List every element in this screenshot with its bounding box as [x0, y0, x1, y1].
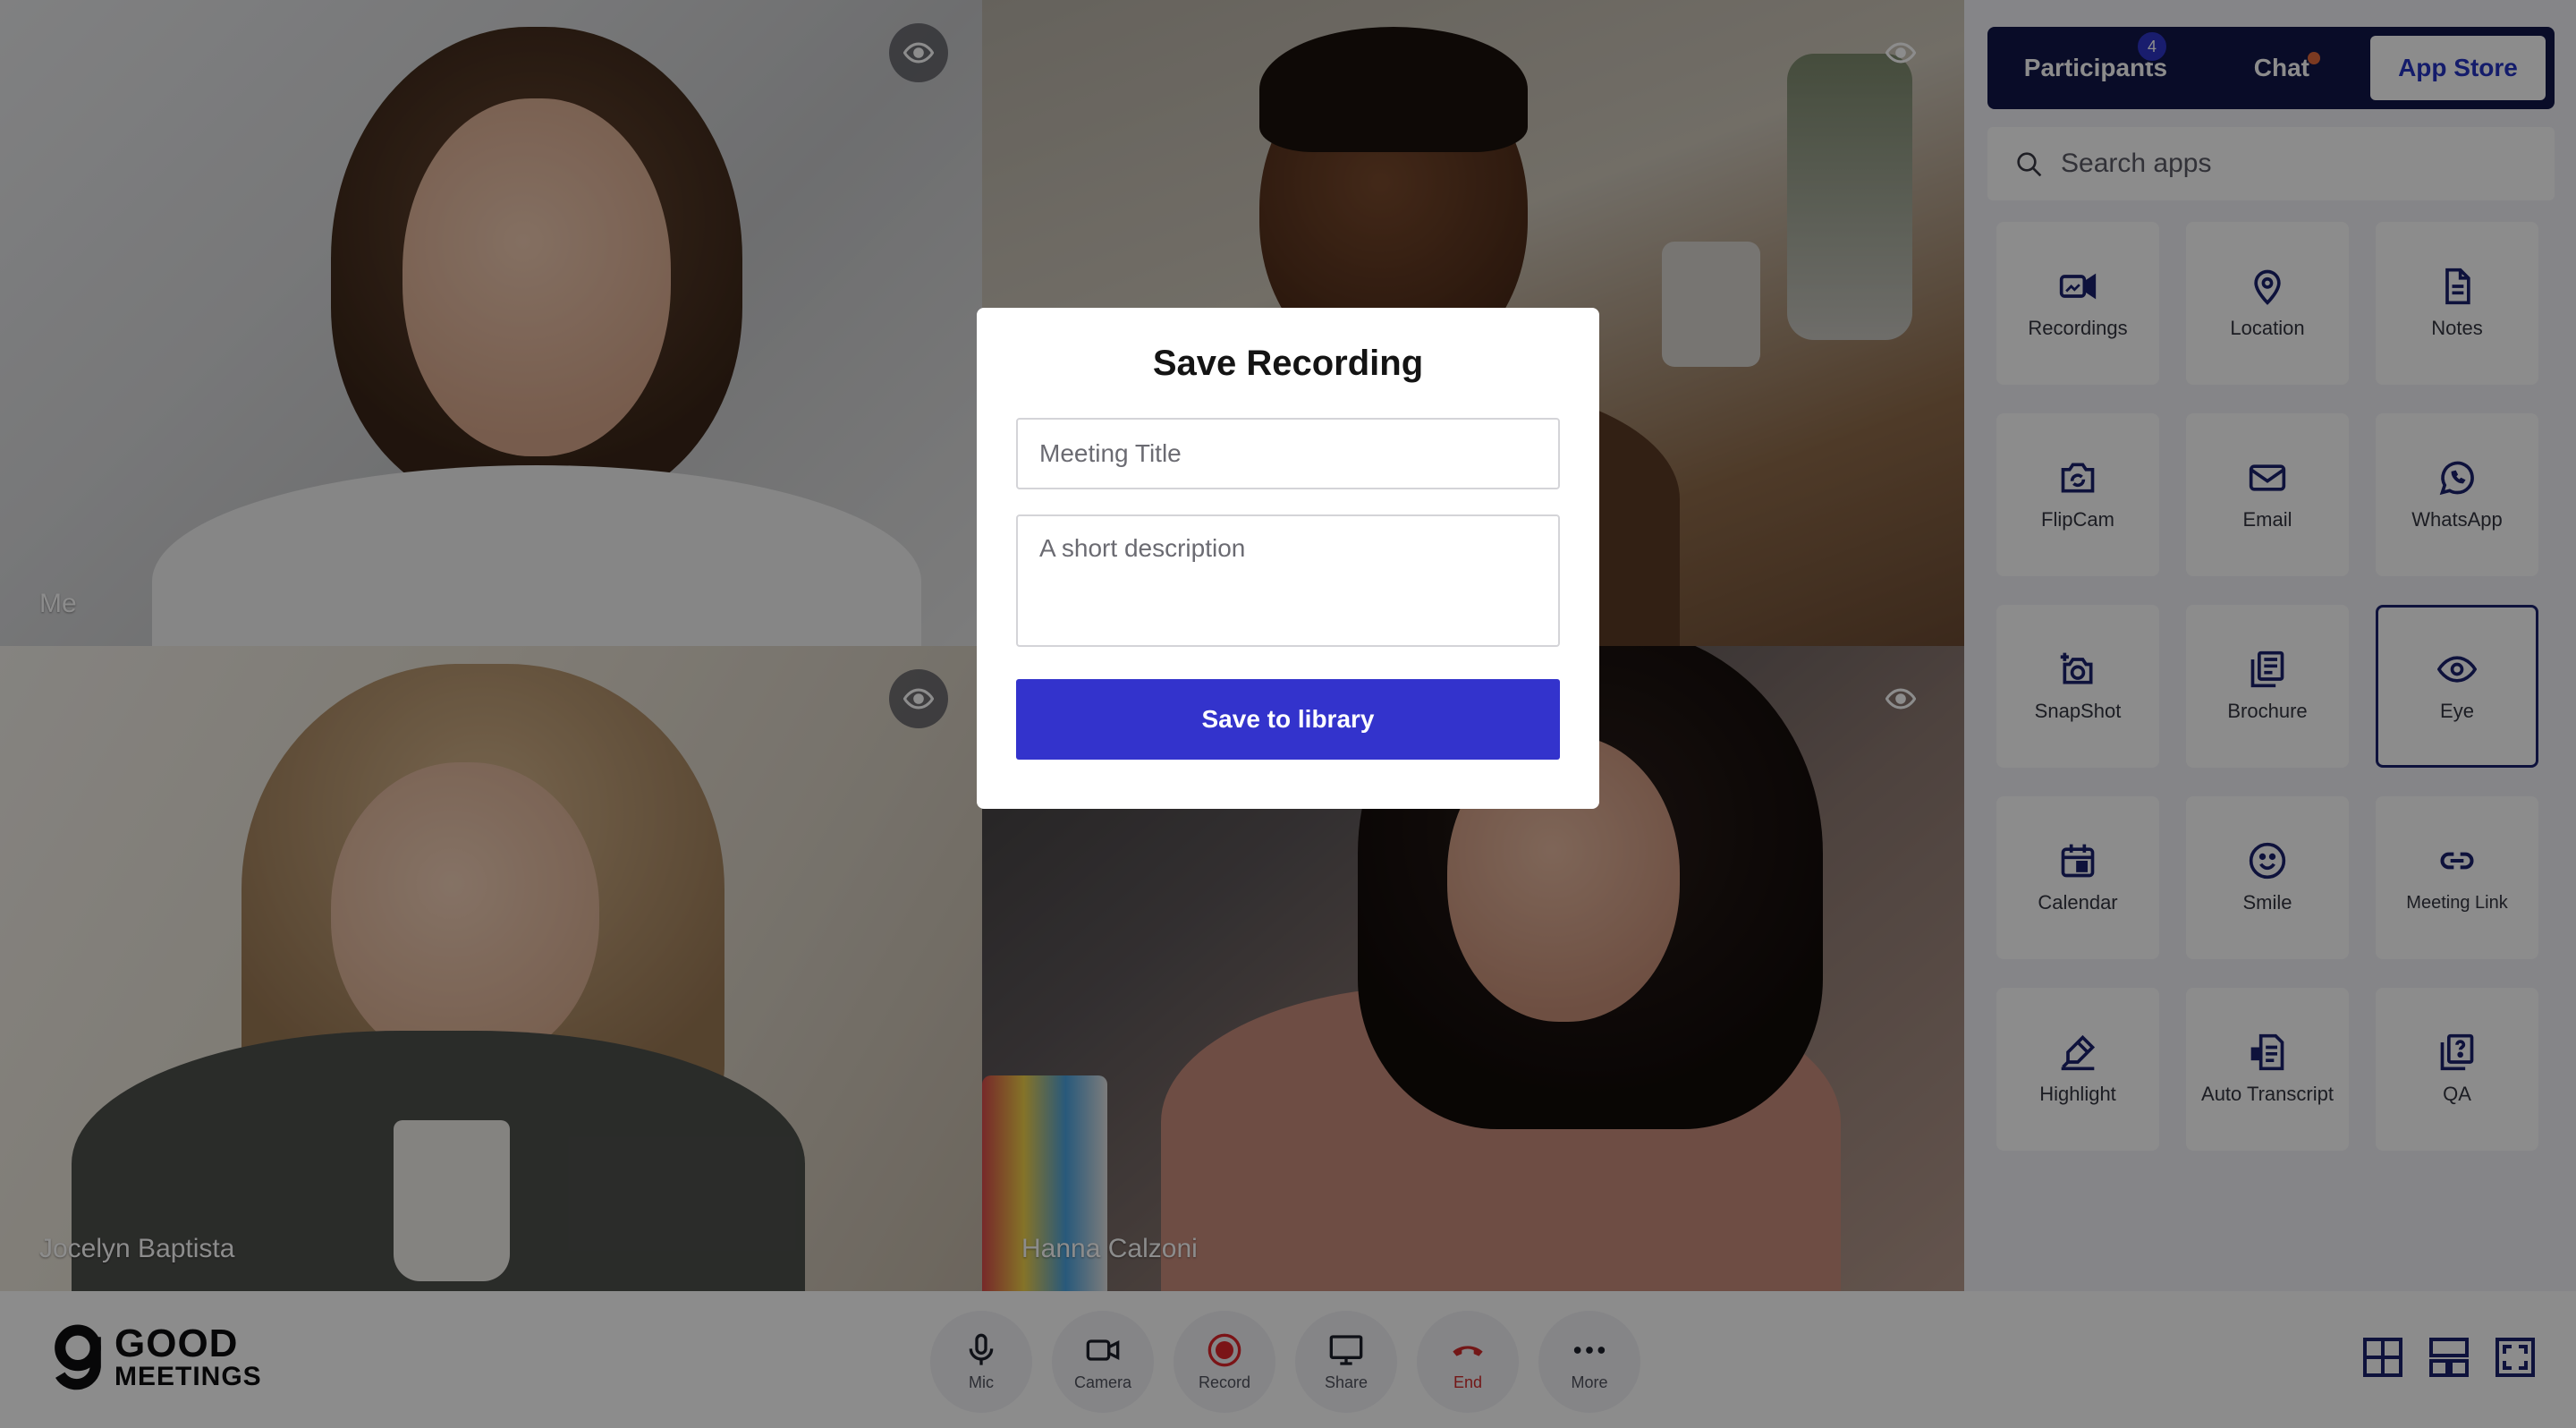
save-recording-dialog: Save Recording Save to library [977, 308, 1599, 809]
save-to-library-button[interactable]: Save to library [1016, 679, 1560, 760]
description-textarea[interactable] [1016, 514, 1560, 647]
dialog-title: Save Recording [1152, 344, 1424, 383]
meeting-title-input[interactable] [1016, 418, 1560, 489]
